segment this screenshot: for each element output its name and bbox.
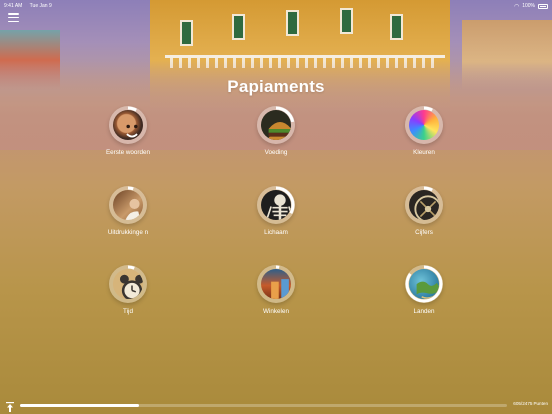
skeleton-icon: [261, 190, 291, 220]
window: [232, 14, 245, 40]
category-tijd[interactable]: Tijd: [88, 265, 168, 316]
category-progress-ring: [405, 265, 443, 303]
category-progress-ring: [257, 186, 295, 224]
points-label: Punten: [533, 401, 548, 406]
category-progress-ring: [109, 265, 147, 303]
numbers-icon: [409, 190, 439, 220]
category-label: Winkelen: [263, 308, 289, 315]
points-counter: 605/2475Punten: [513, 401, 549, 406]
category-progress-ring: [109, 106, 147, 144]
category-progress-ring: [257, 106, 295, 144]
footer-progress: 605/2475Punten: [0, 396, 552, 414]
category-winkelen[interactable]: Winkelen: [236, 265, 316, 316]
category-kleuren[interactable]: Kleuren: [384, 106, 464, 157]
category-cijfers[interactable]: Cijfers: [384, 186, 464, 237]
overall-progress-track: [20, 404, 507, 407]
category-label: Lichaam: [264, 229, 288, 236]
burger-icon: [261, 110, 291, 140]
status-date: Tue Jan 9: [29, 3, 52, 9]
overall-progress-fill: [20, 404, 139, 407]
points-value: 605/2475: [513, 401, 533, 406]
category-label: Landen: [413, 308, 435, 315]
category-progress-ring: [405, 186, 443, 224]
globe-map-icon: [409, 269, 439, 299]
category-voeding[interactable]: Voeding: [236, 106, 316, 157]
gesture-icon: [113, 190, 143, 220]
category-label: Uitdrukkinge n: [107, 229, 149, 236]
status-time: 9:41 AM: [4, 3, 23, 9]
category-uitdrukkingen[interactable]: Uitdrukkinge n: [88, 186, 168, 237]
wifi-icon: ◠: [513, 3, 520, 10]
status-bar: 9:41 AM Tue Jan 9 ◠ 100%: [4, 2, 548, 10]
category-progress-ring: [405, 106, 443, 144]
category-label: Eerste woorden: [105, 149, 151, 156]
category-label: Cijfers: [415, 229, 433, 236]
category-progress-ring: [109, 186, 147, 224]
category-label: Kleuren: [413, 149, 435, 156]
category-landen[interactable]: Landen: [384, 265, 464, 316]
battery-icon: [538, 3, 548, 9]
category-lichaam[interactable]: Lichaam: [236, 186, 316, 237]
category-label: Voeding: [264, 149, 288, 156]
category-eerste-woorden[interactable]: Eerste woorden: [88, 106, 168, 157]
window: [340, 8, 353, 34]
window: [286, 10, 299, 36]
shopping-icon: [261, 269, 291, 299]
boy-face-icon: [113, 110, 143, 140]
color-swirl-icon: [409, 110, 439, 140]
window: [180, 20, 193, 46]
page-title: Papiaments: [227, 77, 325, 96]
battery-percent: 100%: [522, 3, 535, 9]
scroll-to-top-icon[interactable]: [6, 399, 14, 412]
category-label: Tijd: [123, 308, 133, 315]
hamburger-menu-icon[interactable]: [8, 13, 19, 22]
alarm-clock-icon: [113, 269, 143, 299]
window: [390, 14, 403, 40]
category-progress-ring: [257, 265, 295, 303]
